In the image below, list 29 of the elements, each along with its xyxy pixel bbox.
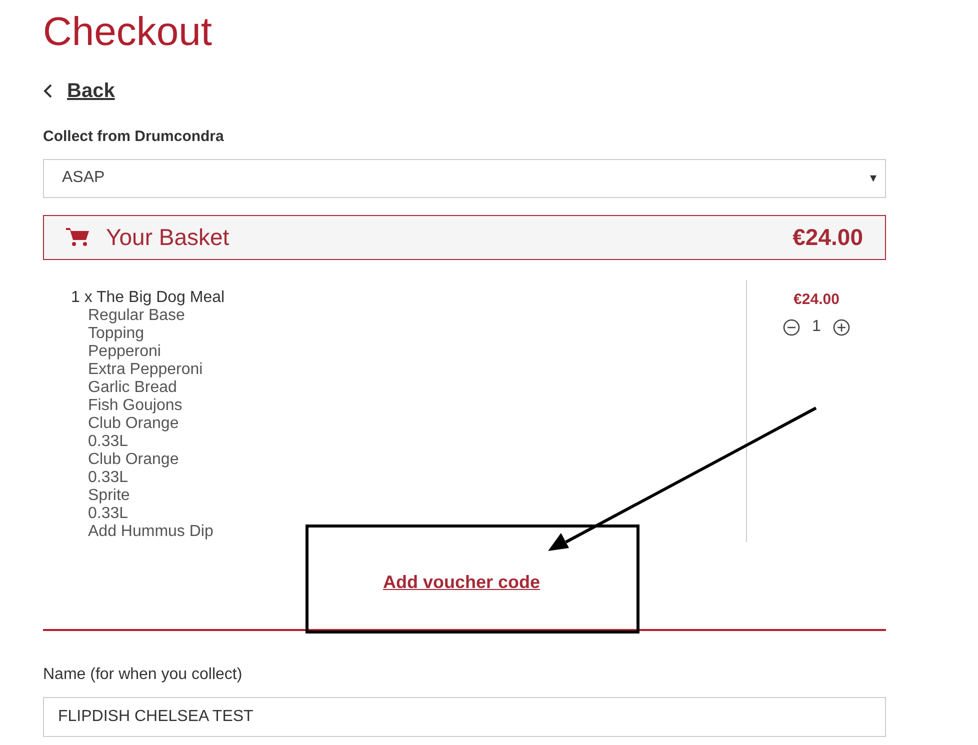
item-option: Topping	[71, 324, 144, 342]
item-option: 0.33L	[71, 504, 128, 522]
name-input[interactable]: FLIPDISH CHELSEA TEST	[43, 696, 886, 736]
cart-icon	[66, 227, 90, 247]
basket-title: Your Basket	[106, 222, 230, 252]
item-option: Club Orange	[71, 414, 179, 432]
voucher-link[interactable]: Add voucher code	[382, 568, 540, 596]
item-price: €24.00	[794, 290, 840, 310]
back-link[interactable]: Back	[67, 76, 115, 106]
field-label: Collect from Drumcondra	[43, 127, 224, 147]
item-option: Extra Pepperoni	[71, 360, 203, 378]
item-title: 1 x The Big Dog Meal	[71, 288, 225, 306]
plus-icon[interactable]	[832, 318, 850, 336]
minus-icon[interactable]	[783, 318, 800, 336]
item-option: Regular Base	[71, 306, 185, 324]
item-option: 0.33L	[71, 432, 128, 450]
basket-total: €24.00	[792, 222, 863, 252]
item-option: Garlic Bread	[71, 378, 177, 396]
item-option: Sprite	[71, 486, 130, 504]
item-option: 0.33L	[71, 468, 128, 486]
item-option: Add Hummus Dip	[71, 522, 214, 540]
page-title: Checkout	[43, 9, 213, 56]
field-label: Name (for when you collect)	[43, 664, 242, 684]
item-option: Club Orange	[71, 450, 179, 468]
quantity-value: 1	[812, 317, 821, 337]
item-option: Fish Goujons	[71, 396, 182, 414]
item-option: Pepperoni	[71, 342, 161, 360]
chevron-left-icon[interactable]	[43, 84, 53, 98]
time-select[interactable]: ASAP ▾	[43, 158, 886, 198]
